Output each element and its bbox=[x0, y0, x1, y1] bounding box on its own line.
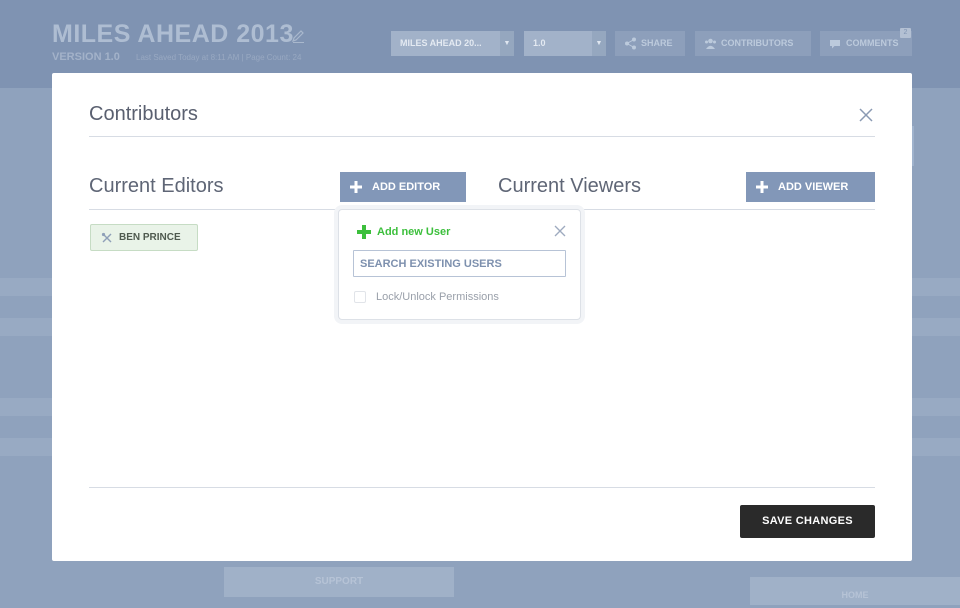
add-editor-button[interactable]: ADD EDITOR bbox=[340, 172, 466, 202]
viewers-title: Current Viewers bbox=[498, 175, 642, 197]
home-button[interactable]: HOME bbox=[750, 577, 960, 605]
save-changes-button[interactable]: SAVE CHANGES bbox=[740, 505, 875, 538]
comment-icon bbox=[830, 40, 840, 49]
comments-count-badge: 2 bbox=[900, 28, 911, 38]
plus-icon bbox=[350, 181, 362, 193]
wrench-icon bbox=[101, 232, 112, 243]
share-button[interactable]: SHARE bbox=[615, 31, 685, 56]
plus-icon bbox=[756, 181, 768, 193]
share-label: SHARE bbox=[641, 38, 673, 48]
pencil-icon[interactable] bbox=[290, 28, 306, 44]
close-icon[interactable] bbox=[554, 225, 566, 237]
editors-title: Current Editors bbox=[89, 175, 224, 197]
support-button[interactable]: SUPPORT bbox=[224, 567, 454, 597]
plus-icon bbox=[357, 225, 371, 239]
add-new-user-link[interactable]: Add new User bbox=[357, 224, 450, 240]
comments-button[interactable]: COMMENTS bbox=[820, 31, 912, 56]
editor-name: BEN PRINCE bbox=[119, 232, 181, 243]
users-icon bbox=[705, 38, 716, 49]
editor-chip[interactable]: BEN PRINCE bbox=[90, 224, 198, 251]
add-viewer-button[interactable]: ADD VIEWER bbox=[746, 172, 875, 202]
comments-label: COMMENTS bbox=[846, 38, 899, 48]
project-select-value: MILES AHEAD 20... bbox=[400, 38, 482, 48]
version-select-value: 1.0 bbox=[533, 38, 546, 48]
contributors-modal: Contributors Current Editors ADD EDITOR … bbox=[52, 73, 912, 561]
version-select[interactable]: 1.0 ▼ bbox=[524, 31, 606, 56]
title-divider bbox=[89, 136, 875, 137]
project-meta: Last Saved Today at 8:11 AM | Page Count… bbox=[136, 53, 302, 62]
project-title: MILES AHEAD 2013 bbox=[52, 20, 294, 48]
project-select[interactable]: MILES AHEAD 20... ▼ bbox=[391, 31, 514, 56]
checkbox-icon[interactable] bbox=[354, 291, 366, 303]
contributors-label: CONTRIBUTORS bbox=[721, 38, 794, 48]
search-users-input[interactable] bbox=[353, 250, 566, 277]
close-icon[interactable] bbox=[858, 107, 874, 123]
caret-down-icon: ▼ bbox=[500, 31, 514, 56]
footer-divider bbox=[89, 487, 875, 488]
add-new-user-label: Add new User bbox=[377, 226, 451, 238]
add-viewer-label: ADD VIEWER bbox=[778, 181, 849, 193]
add-editor-label: ADD EDITOR bbox=[372, 181, 441, 193]
project-version: VERSION 1.0 bbox=[52, 51, 120, 63]
contributors-button[interactable]: CONTRIBUTORS bbox=[695, 31, 811, 56]
add-editor-popover: Add new User Lock/Unlock Permissions bbox=[338, 209, 581, 320]
share-icon bbox=[625, 37, 636, 50]
caret-down-icon: ▼ bbox=[592, 31, 606, 56]
lock-permissions-label: Lock/Unlock Permissions bbox=[376, 291, 499, 303]
modal-title: Contributors bbox=[89, 103, 198, 125]
